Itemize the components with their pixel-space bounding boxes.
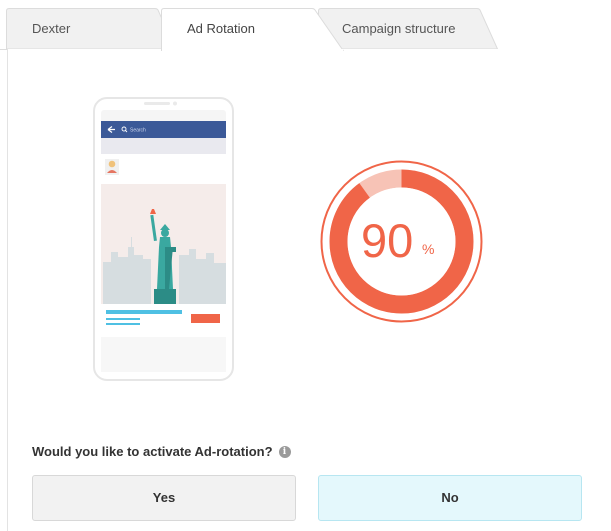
phone-speaker <box>144 102 170 105</box>
no-button[interactable]: No <box>318 475 582 521</box>
tab-dexter[interactable]: Dexter <box>6 8 176 49</box>
feed-bottom <box>101 337 226 372</box>
tab-campaign-structure[interactable]: Campaign structure <box>318 8 498 49</box>
activation-question: Would you like to activate Ad-rotation? … <box>32 444 291 459</box>
tab-ad-rotation-label: Ad Rotation <box>187 21 255 36</box>
phone-preview: Search <box>93 97 234 381</box>
phone-camera <box>173 101 177 106</box>
ad-rotation-gauge <box>320 160 483 323</box>
post-header <box>101 154 226 184</box>
tab-dexter-label: Dexter <box>32 21 71 36</box>
post-caption-line-3 <box>106 323 140 325</box>
post-cta-button <box>191 314 220 323</box>
tab-strip: Dexter Campaign structure Ad Rotation <box>0 0 611 51</box>
ad-rotation-screen: Dexter Campaign structure Ad Rotation Se… <box>0 0 611 531</box>
tab-ad-rotation[interactable]: Ad Rotation <box>161 8 344 51</box>
yes-button[interactable]: Yes <box>32 475 296 521</box>
info-icon[interactable]: i <box>278 445 291 458</box>
post-caption-line <box>106 310 182 314</box>
activation-question-text: Would you like to activate Ad-rotation? <box>32 444 273 459</box>
tab-campaign-structure-label: Campaign structure <box>342 21 456 36</box>
gauge-center <box>347 187 456 296</box>
post-caption-line-2 <box>106 318 140 320</box>
avatar-head <box>108 160 116 168</box>
app-search-text: Search <box>130 127 146 133</box>
feed-divider <box>101 138 226 154</box>
app-top-bar <box>101 121 226 138</box>
